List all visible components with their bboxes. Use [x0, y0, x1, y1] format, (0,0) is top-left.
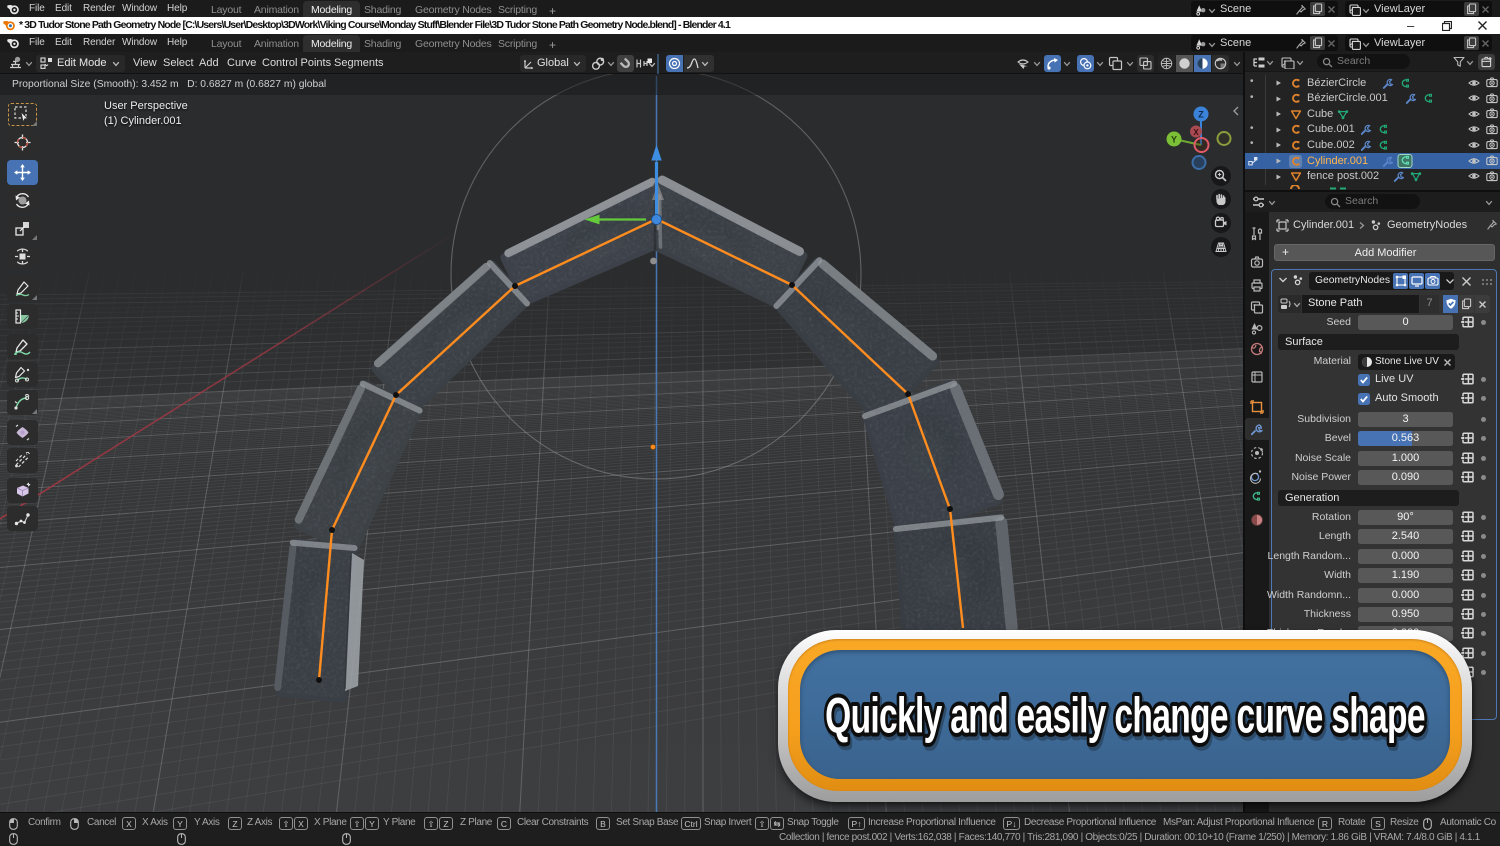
svg-text:Y: Y [1171, 135, 1177, 145]
svg-text:X: X [1193, 128, 1199, 137]
svg-text:Quickly and easily change curv: Quickly and easily change curve shape [825, 688, 1425, 744]
svg-text:Z: Z [1198, 110, 1204, 120]
